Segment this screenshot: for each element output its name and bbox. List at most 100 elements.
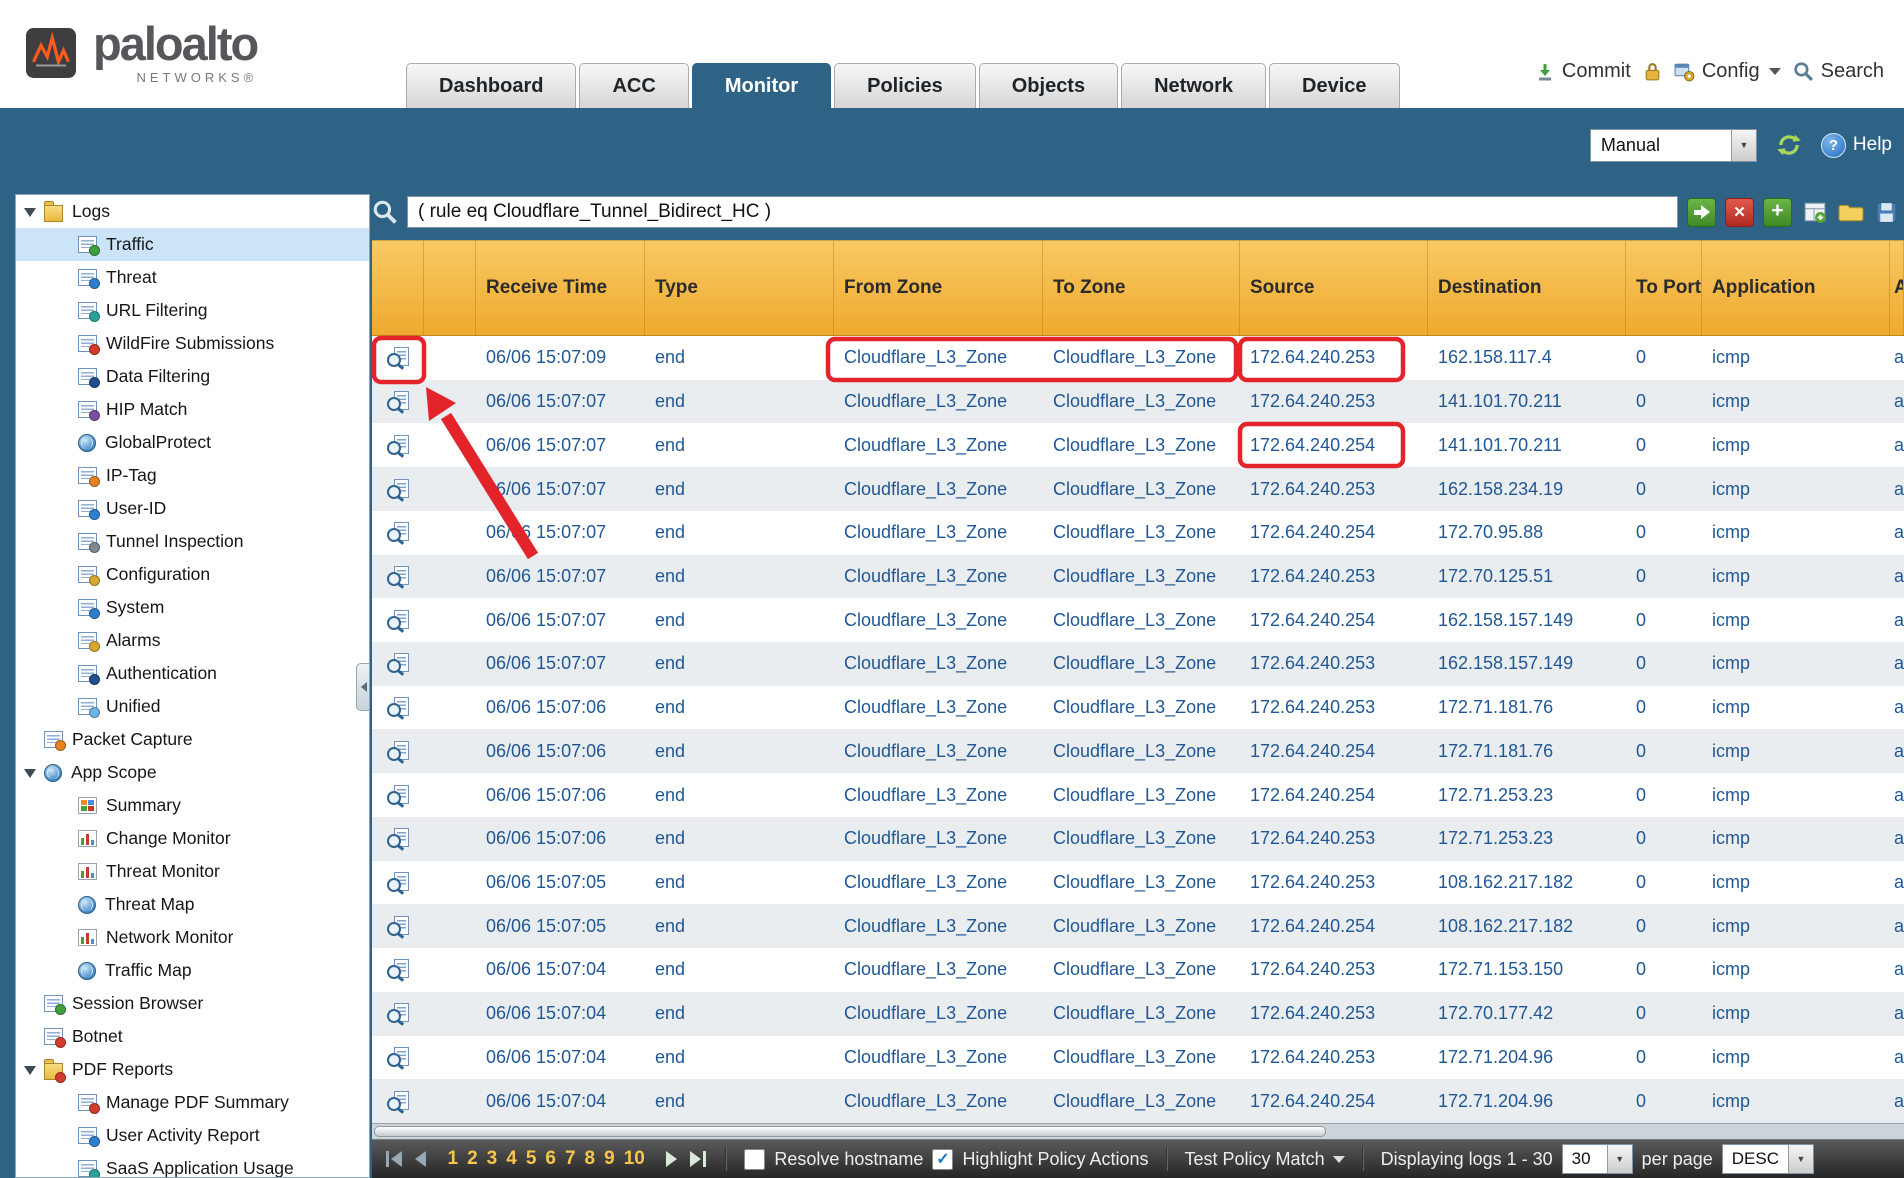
sidebar-item-globalprotect[interactable]: GlobalProtect [16, 426, 369, 459]
sidebar-item-packet-capture[interactable]: Packet Capture [16, 723, 369, 756]
refresh-button[interactable] [1775, 132, 1803, 158]
chevron-down-icon[interactable] [1788, 1145, 1813, 1173]
column-header-type[interactable]: Type [645, 241, 834, 335]
log-detail-icon[interactable] [387, 347, 410, 368]
table-row[interactable]: 06/06 15:07:07 end Cloudflare_L3_Zone Cl… [372, 380, 1904, 424]
table-row[interactable]: 06/06 15:07:05 end Cloudflare_L3_Zone Cl… [372, 861, 1904, 905]
sidebar-item-threat-monitor[interactable]: Threat Monitor [16, 855, 369, 888]
tab-monitor[interactable]: Monitor [692, 63, 831, 108]
save-filter-button[interactable] [1873, 199, 1900, 226]
page-3-button[interactable]: 3 [487, 1148, 498, 1170]
page-10-button[interactable]: 10 [624, 1148, 645, 1170]
table-row[interactable]: 06/06 15:07:09 end Cloudflare_L3_Zone Cl… [372, 336, 1904, 380]
config-menu[interactable]: Config [1674, 60, 1781, 83]
sidebar-item-session-browser[interactable]: Session Browser [16, 987, 369, 1020]
sidebar-item-app-scope[interactable]: App Scope [16, 756, 369, 789]
log-detail-icon[interactable] [387, 435, 410, 456]
sidebar-item-pdf-reports[interactable]: PDF Reports [16, 1053, 369, 1086]
log-detail-icon[interactable] [387, 1047, 410, 1068]
log-detail-icon[interactable] [387, 697, 410, 718]
table-row[interactable]: 06/06 15:07:07 end Cloudflare_L3_Zone Cl… [372, 511, 1904, 555]
table-row[interactable]: 06/06 15:07:06 end Cloudflare_L3_Zone Cl… [372, 686, 1904, 730]
next-page-button[interactable] [666, 1151, 677, 1167]
sidebar-item-traffic-map[interactable]: Traffic Map [16, 954, 369, 987]
log-detail-icon[interactable] [387, 741, 410, 762]
log-detail-icon[interactable] [387, 1003, 410, 1024]
first-page-button[interactable] [386, 1151, 402, 1167]
page-5-button[interactable]: 5 [526, 1148, 537, 1170]
sort-order-select[interactable]: DESC [1722, 1144, 1814, 1174]
column-header-to-port[interactable]: To Port [1626, 241, 1702, 335]
log-detail-icon[interactable] [387, 610, 410, 631]
table-row[interactable]: 06/06 15:07:07 end Cloudflare_L3_Zone Cl… [372, 555, 1904, 599]
table-row[interactable]: 06/06 15:07:07 end Cloudflare_L3_Zone Cl… [372, 598, 1904, 642]
column-header-destination[interactable]: Destination [1428, 241, 1626, 335]
resolve-hostname-checkbox[interactable] [744, 1149, 765, 1170]
log-detail-icon[interactable] [387, 785, 410, 806]
table-row[interactable]: 06/06 15:07:07 end Cloudflare_L3_Zone Cl… [372, 423, 1904, 467]
column-header-a[interactable]: A [1890, 241, 1904, 335]
sidebar-item-threat[interactable]: Threat [16, 261, 369, 294]
sidebar-item-traffic[interactable]: Traffic [16, 228, 369, 261]
log-detail-icon[interactable] [387, 916, 410, 937]
tab-network[interactable]: Network [1121, 63, 1266, 108]
chevron-down-icon[interactable] [1607, 1145, 1632, 1173]
expand-arrow-icon[interactable] [24, 1065, 37, 1075]
page-7-button[interactable]: 7 [565, 1148, 576, 1170]
expand-arrow-icon[interactable] [24, 207, 37, 217]
table-row[interactable]: 06/06 15:07:06 end Cloudflare_L3_Zone Cl… [372, 817, 1904, 861]
refresh-mode-select[interactable]: Manual [1590, 129, 1757, 162]
chevron-down-icon[interactable] [1731, 130, 1756, 161]
sidebar-item-alarms[interactable]: Alarms [16, 624, 369, 657]
sidebar-item-summary[interactable]: Summary [16, 789, 369, 822]
sidebar-item-unified[interactable]: Unified [16, 690, 369, 723]
sidebar-item-saas-application-usage[interactable]: SaaS Application Usage [16, 1152, 369, 1178]
sidebar-item-hip-match[interactable]: HIP Match [16, 393, 369, 426]
sidebar-item-manage-pdf-summary[interactable]: Manage PDF Summary [16, 1086, 369, 1119]
column-header-source[interactable]: Source [1240, 241, 1428, 335]
page-9-button[interactable]: 9 [604, 1148, 615, 1170]
load-filter-button[interactable] [1837, 199, 1864, 226]
log-detail-icon[interactable] [387, 959, 410, 980]
last-page-button[interactable] [690, 1151, 706, 1167]
page-1-button[interactable]: 1 [448, 1148, 459, 1170]
lock-button[interactable] [1643, 61, 1662, 82]
sidebar-item-system[interactable]: System [16, 591, 369, 624]
log-detail-icon[interactable] [387, 653, 410, 674]
sidebar-item-user-id[interactable]: User-ID [16, 492, 369, 525]
previous-page-button[interactable] [415, 1151, 426, 1167]
sidebar-item-data-filtering[interactable]: Data Filtering [16, 360, 369, 393]
sidebar-item-logs[interactable]: Logs [16, 195, 369, 228]
tab-acc[interactable]: ACC [579, 63, 688, 108]
sidebar-item-change-monitor[interactable]: Change Monitor [16, 822, 369, 855]
table-row[interactable]: 06/06 15:07:04 end Cloudflare_L3_Zone Cl… [372, 992, 1904, 1036]
log-detail-icon[interactable] [387, 566, 410, 587]
expand-arrow-icon[interactable] [24, 768, 37, 778]
table-row[interactable]: 06/06 15:07:04 end Cloudflare_L3_Zone Cl… [372, 1079, 1904, 1123]
clear-filter-button[interactable] [1725, 198, 1754, 227]
table-row[interactable]: 06/06 15:07:06 end Cloudflare_L3_Zone Cl… [372, 729, 1904, 773]
page-4-button[interactable]: 4 [506, 1148, 517, 1170]
table-row[interactable]: 06/06 15:07:04 end Cloudflare_L3_Zone Cl… [372, 948, 1904, 992]
highlight-policy-checkbox[interactable] [932, 1149, 953, 1170]
sidebar-item-botnet[interactable]: Botnet [16, 1020, 369, 1053]
horizontal-scrollbar[interactable] [372, 1123, 1904, 1139]
sidebar-item-user-activity-report[interactable]: User Activity Report [16, 1119, 369, 1152]
per-page-select[interactable]: 30 [1562, 1144, 1633, 1174]
log-detail-icon[interactable] [387, 872, 410, 893]
tab-dashboard[interactable]: Dashboard [406, 63, 576, 108]
log-detail-icon[interactable] [387, 391, 410, 412]
test-policy-match-menu[interactable]: Test Policy Match [1185, 1149, 1345, 1170]
column-header-application[interactable]: Application [1702, 241, 1890, 335]
log-detail-icon[interactable] [387, 828, 410, 849]
apply-filter-button[interactable] [1687, 198, 1716, 227]
log-detail-icon[interactable] [387, 1091, 410, 1112]
table-row[interactable]: 06/06 15:07:07 end Cloudflare_L3_Zone Cl… [372, 467, 1904, 511]
table-row[interactable]: 06/06 15:07:04 end Cloudflare_L3_Zone Cl… [372, 1036, 1904, 1080]
tab-device[interactable]: Device [1269, 63, 1400, 108]
sidebar-item-configuration[interactable]: Configuration [16, 558, 369, 591]
tab-objects[interactable]: Objects [979, 63, 1118, 108]
sidebar-item-authentication[interactable]: Authentication [16, 657, 369, 690]
sidebar-item-ip-tag[interactable]: IP-Tag [16, 459, 369, 492]
filter-builder-button[interactable] [1801, 199, 1828, 226]
